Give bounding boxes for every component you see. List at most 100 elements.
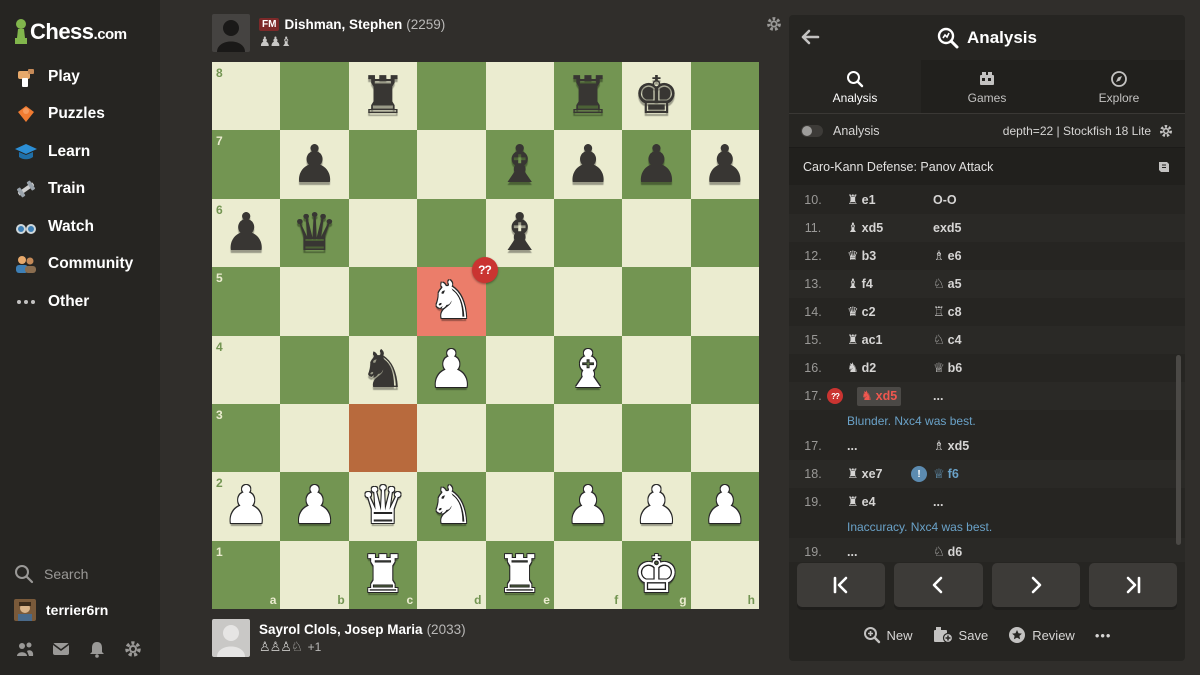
white-queen-piece[interactable]: ♛ <box>360 480 407 532</box>
black-bishop-piece[interactable]: ♝ <box>496 207 543 259</box>
square-g7[interactable]: ♟ <box>622 130 691 199</box>
square-c3[interactable] <box>348 403 418 473</box>
square-f1[interactable]: f <box>553 540 623 609</box>
square-a5[interactable]: 5 <box>212 267 281 336</box>
black-pawn-piece[interactable]: ♟ <box>633 139 680 191</box>
square-b8[interactable] <box>280 62 349 131</box>
square-b4[interactable] <box>280 335 349 404</box>
square-c2[interactable]: ♛ <box>348 472 418 541</box>
black-rook-piece[interactable]: ♜ <box>565 70 612 122</box>
square-a4[interactable]: 4 <box>212 335 281 404</box>
white-move[interactable]: ♞ xd5 <box>857 386 902 406</box>
square-e5[interactable] <box>485 267 554 336</box>
last-move-button[interactable] <box>1088 563 1177 607</box>
next-move-button[interactable] <box>991 563 1080 607</box>
back-arrow-icon[interactable] <box>799 26 821 48</box>
square-d8[interactable] <box>417 62 486 131</box>
black-rook-piece[interactable]: ♜ <box>360 70 407 122</box>
black-bishop-piece[interactable]: ♝ <box>496 139 543 191</box>
square-e6[interactable]: ♝ <box>485 198 554 268</box>
nav-other[interactable]: Other <box>0 283 160 321</box>
square-c1[interactable]: c ♜ <box>348 540 418 609</box>
black-move[interactable]: ♘ c4 <box>933 333 962 348</box>
square-a6[interactable]: 6 ♟ <box>212 198 281 268</box>
square-e4[interactable] <box>485 335 554 404</box>
black-move[interactable]: ♕ b6 <box>933 361 962 376</box>
square-c5[interactable] <box>348 267 418 336</box>
white-pawn-piece[interactable]: ♟ <box>428 344 475 396</box>
black-knight-piece[interactable]: ♞ <box>360 344 407 396</box>
square-d2[interactable]: ♞ <box>417 472 486 541</box>
square-e7[interactable]: ♝ <box>485 130 554 199</box>
white-move[interactable]: ♞ d2 <box>847 361 876 376</box>
nav-learn[interactable]: Learn <box>0 133 160 171</box>
black-move[interactable]: ... <box>933 389 943 403</box>
square-g3[interactable] <box>622 403 691 473</box>
square-c6[interactable] <box>348 198 418 268</box>
square-a3[interactable]: 3 <box>212 403 281 473</box>
square-h5[interactable] <box>690 267 759 336</box>
first-move-button[interactable] <box>797 563 886 607</box>
white-knight-piece[interactable]: ♞ <box>428 275 475 327</box>
bottom-player-avatar[interactable] <box>212 619 250 657</box>
friends-icon[interactable] <box>16 640 34 658</box>
black-move[interactable]: ♗ e6 <box>933 249 962 264</box>
white-bishop-piece[interactable]: ♝ <box>565 344 612 396</box>
white-move[interactable]: ♝ xd5 <box>847 221 883 236</box>
white-move[interactable]: ♜ e4 <box>847 495 876 510</box>
chess-board[interactable]: 8 ♜ ♜ ♚ 7 ♟ ♝ ♟ ♟ ♟ 6 ♟ ♛ ♝ 5 ♞?? 4 ♞ ♟ ♝ 3 2 ♟ ♟ ♛ ♞ ♟ ♟ ♟ 1 a b c ♜ d e ♜ f… <box>212 62 759 609</box>
square-d3[interactable] <box>417 403 486 473</box>
square-f8[interactable]: ♜ <box>553 62 623 131</box>
white-pawn-piece[interactable]: ♟ <box>633 480 680 532</box>
square-h3[interactable] <box>690 403 759 473</box>
top-player-avatar[interactable] <box>212 14 250 52</box>
square-f4[interactable]: ♝ <box>553 335 623 404</box>
black-pawn-piece[interactable]: ♟ <box>291 139 338 191</box>
black-move[interactable]: ... <box>933 495 943 509</box>
black-pawn-piece[interactable]: ♟ <box>702 139 749 191</box>
white-pawn-piece[interactable]: ♟ <box>565 480 612 532</box>
sidebar-user[interactable]: terrier6rn <box>0 592 160 628</box>
square-a7[interactable]: 7 <box>212 130 281 199</box>
white-move[interactable]: ♜ xe7 <box>847 467 883 482</box>
square-h6[interactable] <box>690 198 759 268</box>
square-e2[interactable] <box>485 472 554 541</box>
save-button[interactable]: Save <box>933 626 988 644</box>
white-knight-piece[interactable]: ♞ <box>428 480 475 532</box>
book-icon[interactable] <box>1157 160 1171 174</box>
black-move[interactable]: ♗ xd5 <box>933 439 969 454</box>
white-move[interactable]: ♜ ac1 <box>847 333 883 348</box>
square-c4[interactable]: ♞ <box>348 335 418 404</box>
square-c8[interactable]: ♜ <box>348 62 418 131</box>
square-b3[interactable] <box>280 403 349 473</box>
black-pawn-piece[interactable]: ♟ <box>565 139 612 191</box>
square-c7[interactable] <box>348 130 418 199</box>
more-options-button[interactable]: ••• <box>1095 628 1112 643</box>
black-move[interactable]: ♕ f6 <box>933 467 959 482</box>
square-e8[interactable] <box>485 62 554 131</box>
square-h1[interactable]: h <box>690 540 759 609</box>
square-d6[interactable] <box>417 198 486 268</box>
square-h2[interactable]: ♟ <box>690 472 759 541</box>
white-move[interactable]: ♜ e1 <box>847 193 876 208</box>
white-pawn-piece[interactable]: ♟ <box>291 480 338 532</box>
square-f6[interactable] <box>553 198 623 268</box>
nav-train[interactable]: Train <box>0 171 160 209</box>
nav-community[interactable]: Community <box>0 246 160 284</box>
square-g5[interactable] <box>622 267 691 336</box>
review-button[interactable]: Review <box>1008 626 1075 644</box>
engine-toggle[interactable] <box>801 124 823 137</box>
square-g4[interactable] <box>622 335 691 404</box>
square-d7[interactable] <box>417 130 486 199</box>
top-player-name[interactable]: Dishman, Stephen <box>284 17 402 32</box>
black-move[interactable]: exd5 <box>933 221 962 235</box>
black-move[interactable]: O-O <box>933 193 957 207</box>
square-b5[interactable] <box>280 267 349 336</box>
white-rook-piece[interactable]: ♜ <box>496 549 543 601</box>
white-move[interactable]: ... <box>847 545 857 559</box>
black-move[interactable]: ♘ a5 <box>933 277 962 292</box>
white-move[interactable]: ♛ c2 <box>847 305 876 320</box>
board-settings-icon[interactable] <box>766 16 782 32</box>
black-pawn-piece[interactable]: ♟ <box>223 207 270 259</box>
square-a2[interactable]: 2 ♟ <box>212 472 281 541</box>
